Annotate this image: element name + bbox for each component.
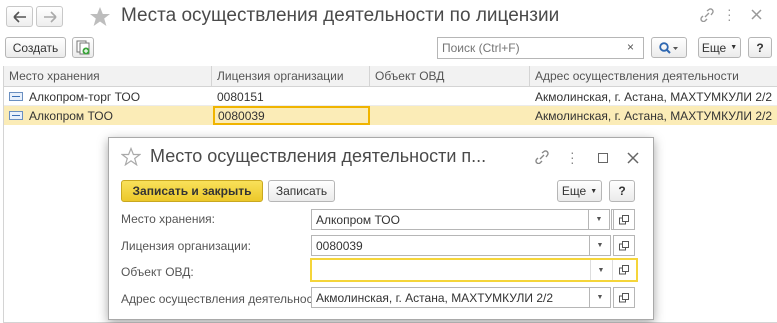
chevron-down-icon: ▼	[595, 216, 603, 223]
place-open-button[interactable]	[613, 209, 635, 230]
help-button[interactable]: ?	[748, 37, 772, 58]
arrow-left-icon	[12, 10, 26, 23]
row-item-icon	[9, 111, 23, 120]
chevron-down-icon: ▼	[597, 266, 605, 274]
more-menu-icon[interactable]: · · ·	[570, 145, 576, 169]
page-title: Места осуществления деятельности по лице…	[121, 5, 560, 26]
column-header-address[interactable]: Адрес осуществления деятельности	[530, 66, 777, 87]
favorite-star-icon[interactable]	[89, 6, 111, 27]
object-open-button[interactable]	[612, 260, 634, 280]
object-field[interactable]	[312, 260, 611, 280]
row-cell-address[interactable]: Акмолинская, г. Астана, МАХТУМКУЛИ 2/2	[530, 87, 777, 106]
address-dropdown-button[interactable]: ▼	[589, 287, 611, 308]
clear-search-icon[interactable]: ×	[627, 40, 634, 54]
search-icon	[659, 41, 678, 54]
close-icon[interactable]	[751, 9, 762, 20]
license-field[interactable]: 0080039	[311, 235, 611, 256]
open-icon	[619, 292, 629, 302]
dialog-more-label: Еще	[561, 184, 587, 198]
row-cell-place[interactable]: Алкопром ТОО	[4, 106, 212, 125]
row-place-text: Алкопром-торг ТОО	[29, 89, 141, 104]
favorite-star-icon[interactable]	[121, 147, 141, 166]
row-cell-license[interactable]: 0080151	[212, 87, 370, 106]
search-input[interactable]	[437, 37, 644, 59]
more-menu-icon[interactable]: · · ·	[727, 2, 733, 26]
save-and-close-button[interactable]: Записать и закрыть	[121, 180, 263, 202]
place-field[interactable]: Алкопром ТОО	[311, 209, 589, 230]
chevron-down-icon: ▼	[596, 242, 604, 249]
chevron-down-icon: ▼	[596, 294, 604, 301]
copy-button[interactable]	[72, 37, 94, 58]
save-button[interactable]: Записать	[268, 180, 335, 202]
column-header-place[interactable]: Место хранения	[4, 66, 212, 87]
create-button[interactable]: Создать	[5, 37, 66, 58]
object-dropdown-button[interactable]: ▼	[590, 260, 611, 280]
link-icon[interactable]	[535, 150, 549, 164]
column-header-license[interactable]: Лицензия организации	[212, 66, 370, 87]
more-label: Еще	[701, 40, 727, 55]
row-cell-address[interactable]: Акмолинская, г. Астана, МАХТУМКУЛИ 2/2	[530, 106, 777, 125]
dialog-title: Место осуществления деятельности п...	[150, 146, 487, 166]
license-open-button[interactable]	[613, 235, 635, 256]
row-cell-license-focused[interactable]: 0080039	[213, 106, 370, 125]
license-dropdown-button[interactable]: ▼	[589, 235, 611, 256]
dialog-more-button[interactable]: Еще ▼	[557, 180, 602, 202]
row-place-text: Алкопром ТОО	[29, 108, 113, 123]
column-header-object[interactable]: Объект ОВД	[370, 66, 530, 87]
chevron-down-icon: ▼	[730, 44, 738, 51]
close-icon[interactable]	[627, 152, 639, 164]
forward-button[interactable]	[36, 6, 63, 27]
field-label-license: Лицензия организации:	[121, 239, 251, 253]
maximize-icon[interactable]	[598, 153, 608, 163]
more-button[interactable]: Еще ▼	[698, 37, 741, 58]
back-button[interactable]	[6, 6, 33, 27]
field-label-place: Место хранения:	[121, 212, 215, 226]
field-label-object: Объект ОВД:	[121, 265, 194, 279]
row-cell-place[interactable]: Алкопром-торг ТОО	[4, 87, 212, 106]
open-icon	[619, 240, 629, 250]
arrow-right-icon	[43, 10, 57, 23]
search-button[interactable]	[651, 37, 687, 58]
chevron-down-icon: ▼	[590, 187, 598, 195]
field-label-address: Адрес осуществления деятельности:	[121, 292, 329, 306]
row-item-icon	[9, 92, 23, 101]
open-icon	[619, 214, 629, 224]
row-cell-object[interactable]	[370, 87, 530, 106]
address-open-button[interactable]	[613, 287, 635, 308]
link-icon[interactable]	[700, 8, 714, 22]
address-field[interactable]: Акмолинская, г. Астана, МАХТУМКУЛИ 2/2	[311, 287, 611, 308]
add-copy-icon	[76, 40, 90, 55]
row-cell-object[interactable]	[370, 106, 530, 125]
open-icon	[618, 265, 629, 275]
dialog-help-button[interactable]: ?	[609, 180, 635, 202]
place-dropdown-button[interactable]: ▼	[588, 209, 610, 230]
